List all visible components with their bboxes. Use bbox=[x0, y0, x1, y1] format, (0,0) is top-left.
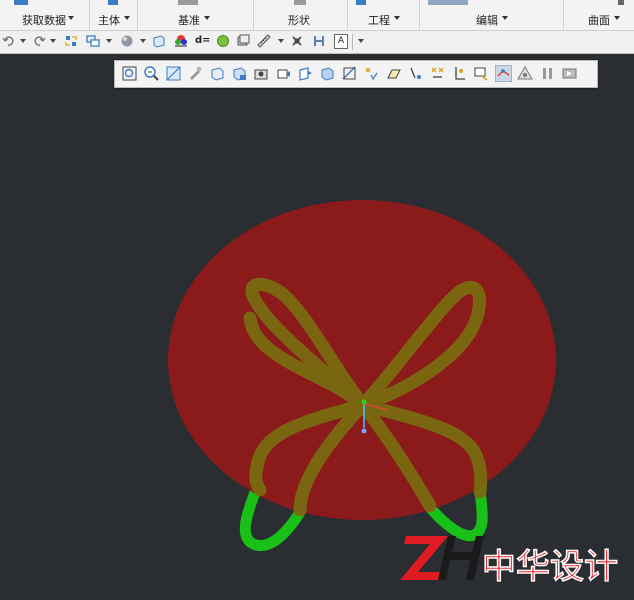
annotation-icon[interactable]: A bbox=[334, 34, 348, 49]
sketch-display-icon[interactable] bbox=[451, 65, 468, 82]
ribbon-group-label: 形状 bbox=[288, 14, 310, 27]
quick-access-toolbar: d= A bbox=[0, 31, 634, 54]
ribbon-group-engineering[interactable]: 工程 bbox=[348, 0, 418, 30]
repaint-icon[interactable] bbox=[187, 65, 204, 82]
spin-center-icon[interactable] bbox=[407, 65, 424, 82]
ribbon-group-label: 曲面 bbox=[588, 14, 610, 27]
pause-icon[interactable] bbox=[539, 65, 556, 82]
axis-display-icon[interactable] bbox=[319, 65, 336, 82]
saved-views-icon[interactable] bbox=[236, 34, 250, 48]
appearance-gallery-icon[interactable] bbox=[174, 34, 188, 48]
shading-icon[interactable] bbox=[209, 65, 226, 82]
close-window-icon[interactable] bbox=[290, 34, 304, 48]
chevron-down-icon[interactable] bbox=[20, 39, 26, 43]
ribbon-group-label: 基准 bbox=[178, 14, 200, 27]
display-style-icon[interactable] bbox=[253, 65, 270, 82]
chevron-down-icon bbox=[394, 16, 400, 20]
chevron-down-icon bbox=[614, 16, 620, 20]
ribbon-group-get-data[interactable]: 获取数据 bbox=[0, 0, 88, 30]
ribbon-group-edit[interactable]: 编辑 bbox=[420, 0, 562, 30]
chevron-down-icon bbox=[124, 16, 130, 20]
ribbon-group-datum[interactable]: 基准 bbox=[138, 0, 252, 30]
ribbon-group-label: 工程 bbox=[368, 14, 390, 27]
display-style-icon[interactable] bbox=[216, 34, 230, 48]
annotation-tags-icon[interactable] bbox=[517, 65, 534, 82]
chevron-down-icon[interactable] bbox=[50, 39, 56, 43]
chevron-down-icon bbox=[68, 16, 74, 20]
qat-divider bbox=[352, 34, 353, 50]
point-tags-icon[interactable] bbox=[473, 65, 490, 82]
csys-tags-icon[interactable] bbox=[495, 65, 512, 82]
chevron-down-icon[interactable] bbox=[358, 39, 364, 43]
view-toolbar bbox=[114, 60, 598, 88]
undo-icon[interactable] bbox=[2, 34, 16, 48]
ribbon-group-label: 编辑 bbox=[476, 14, 498, 27]
chevron-down-icon bbox=[204, 16, 210, 20]
graphics-viewport[interactable]: 中华设计 bbox=[0, 54, 634, 600]
chevron-down-icon[interactable] bbox=[106, 39, 112, 43]
red-disc-surface[interactable] bbox=[168, 200, 556, 520]
redo-icon[interactable] bbox=[32, 34, 46, 48]
ribbon: 获取数据 主体 基准 形状 工程 编辑 曲面 bbox=[0, 0, 634, 31]
view-manager-icon[interactable] bbox=[275, 65, 292, 82]
point-display-icon[interactable] bbox=[341, 65, 358, 82]
datum-display-filter-icon[interactable] bbox=[429, 65, 446, 82]
saved-orientation-icon[interactable] bbox=[231, 65, 248, 82]
plane-display-icon[interactable] bbox=[297, 65, 314, 82]
zoom-in-icon[interactable] bbox=[143, 65, 160, 82]
refit-icon[interactable] bbox=[121, 65, 138, 82]
ribbon-group-label: 主体 bbox=[98, 14, 120, 27]
windows-icon[interactable] bbox=[86, 34, 100, 48]
dimension-d-icon[interactable]: d= bbox=[195, 35, 211, 46]
csys-display-icon[interactable] bbox=[363, 65, 380, 82]
plane-display-icon[interactable] bbox=[152, 34, 166, 48]
ribbon-group-shape[interactable]: 形状 bbox=[254, 0, 346, 30]
ribbon-group-label: 获取数据 bbox=[22, 14, 66, 27]
ribbon-group-surface[interactable]: 曲面 bbox=[564, 0, 634, 30]
regenerate-icon[interactable] bbox=[64, 34, 78, 48]
chevron-down-icon bbox=[502, 16, 508, 20]
annotation-display-icon[interactable] bbox=[385, 65, 402, 82]
watermark-brand-text: 中华设计 bbox=[482, 547, 618, 587]
save-icon[interactable] bbox=[312, 34, 326, 48]
chevron-down-icon[interactable] bbox=[140, 39, 146, 43]
chevron-down-icon[interactable] bbox=[278, 39, 284, 43]
appearance-sphere-icon[interactable] bbox=[120, 34, 134, 48]
zoom-out-icon[interactable] bbox=[165, 65, 182, 82]
ribbon-group-body[interactable]: 主体 bbox=[90, 0, 136, 30]
next-icon[interactable] bbox=[561, 65, 578, 82]
measure-icon[interactable] bbox=[257, 34, 271, 48]
